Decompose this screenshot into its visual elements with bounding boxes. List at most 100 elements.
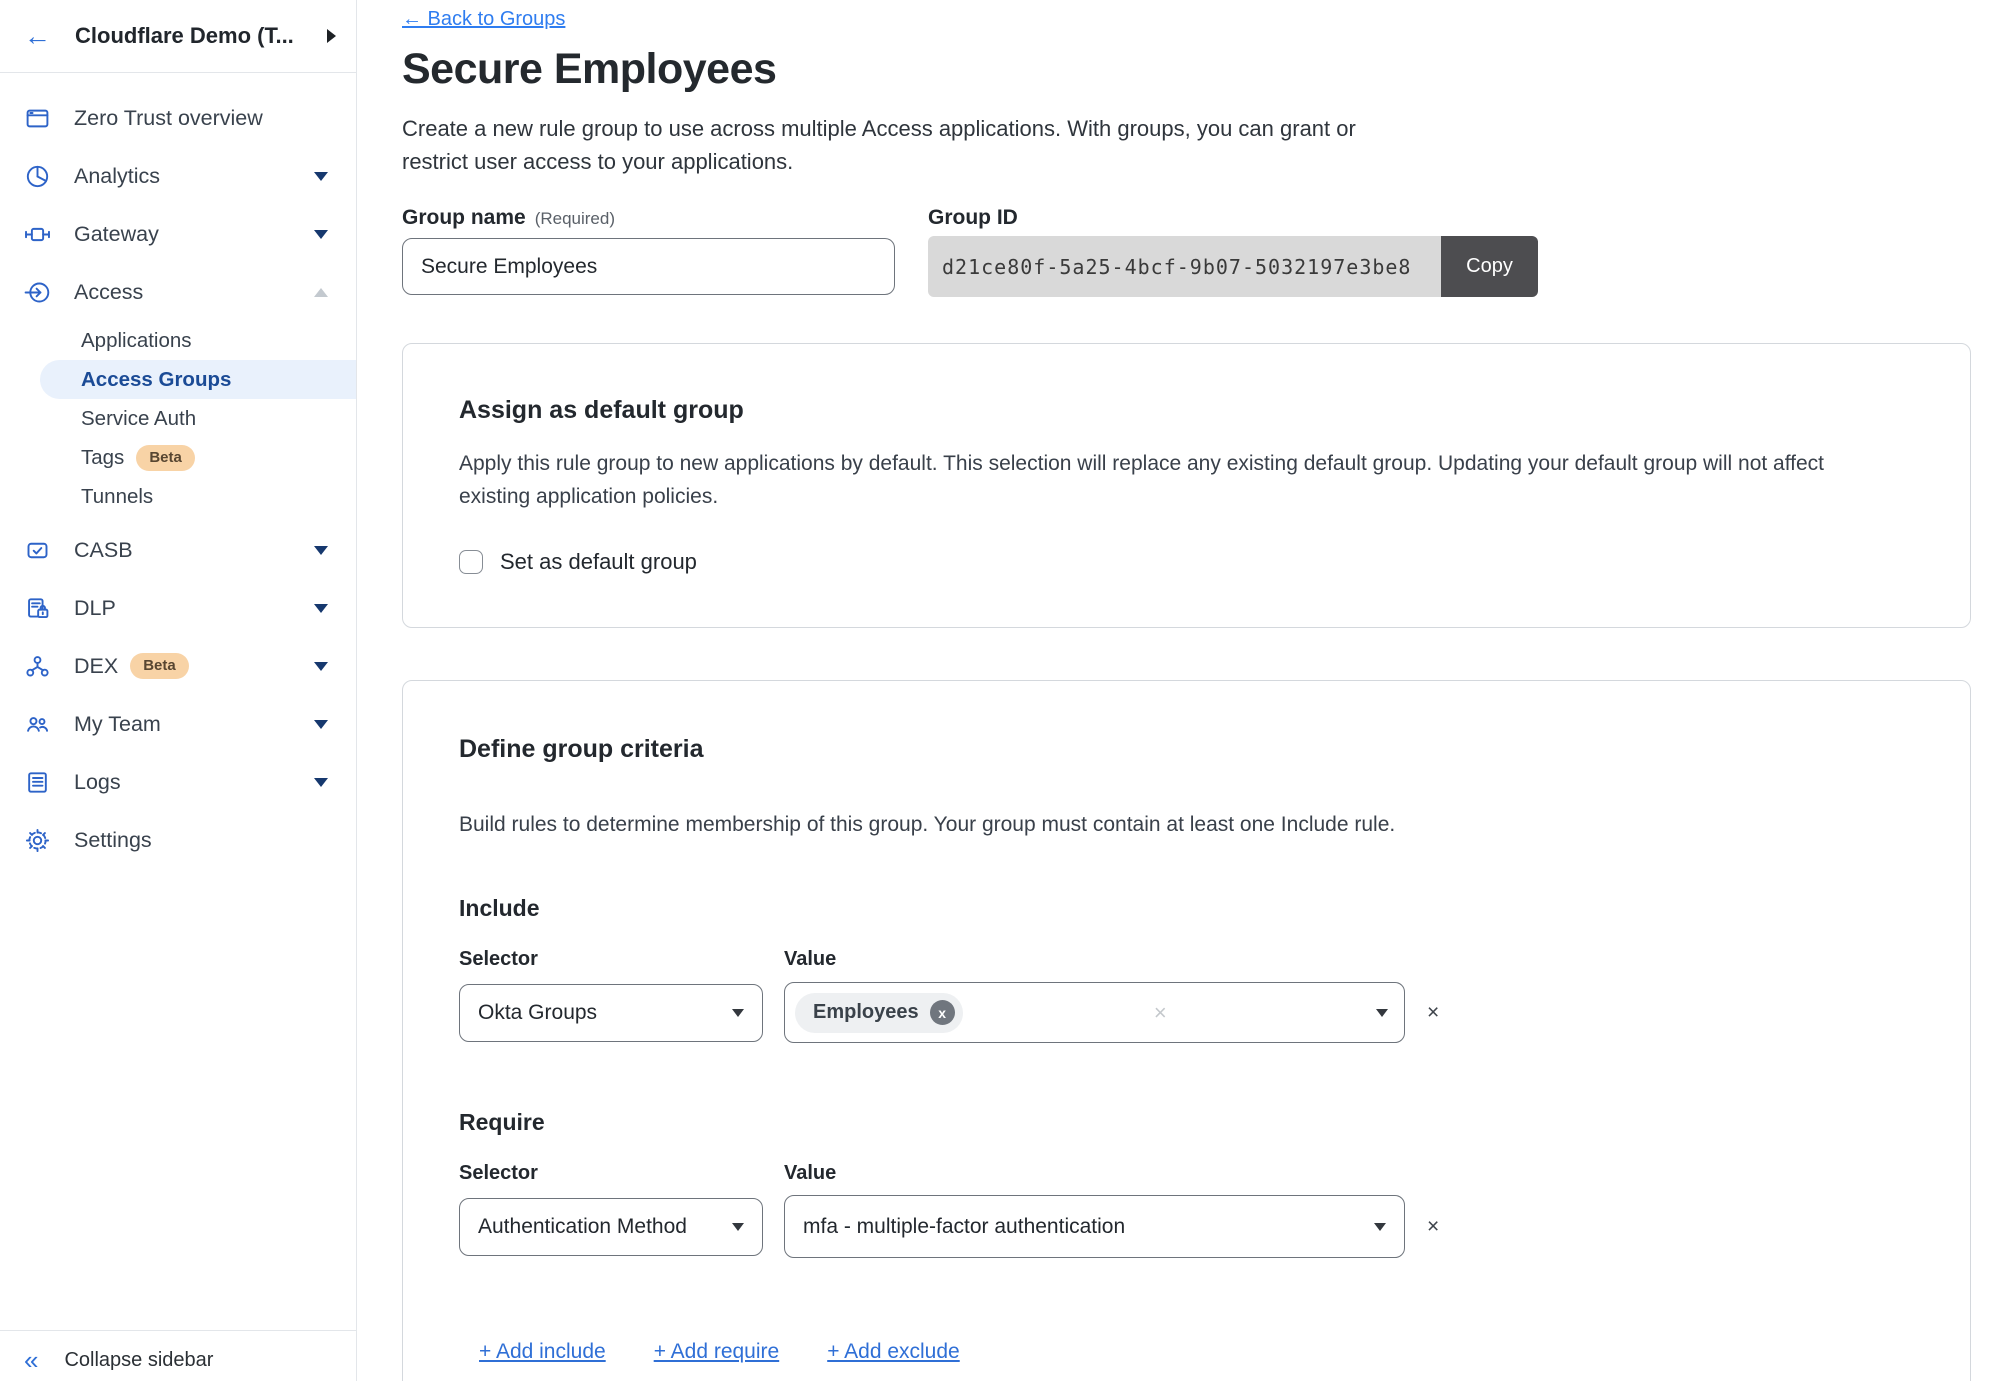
remove-tag-icon[interactable]: x <box>930 1000 955 1025</box>
add-require-link[interactable]: + Add require <box>654 1340 780 1364</box>
sidebar-item-zero-trust-overview[interactable]: Zero Trust overview <box>0 89 356 147</box>
add-rule-links: + Add include + Add require + Add exclud… <box>479 1340 1914 1364</box>
analytics-pie-icon <box>24 163 51 190</box>
sidebar-item-service-auth[interactable]: Service Auth <box>0 399 356 438</box>
sidebar-item-label: Settings <box>74 828 152 853</box>
back-to-groups-link[interactable]: ← Back to Groups <box>402 8 565 31</box>
default-group-card: Assign as default group Apply this rule … <box>402 343 1971 628</box>
value-column-label: Value <box>784 1162 836 1186</box>
sidebar-item-label: Zero Trust overview <box>74 106 263 131</box>
casb-icon <box>24 537 51 564</box>
group-id-field: Group ID d21ce80f-5a25-4bcf-9b07-5032197… <box>928 206 1538 297</box>
require-rule-row: Authentication Method mfa - multiple-fac… <box>459 1195 1914 1258</box>
page-title: Secure Employees <box>402 45 1999 94</box>
sidebar-item-dex[interactable]: DEX Beta <box>0 637 356 695</box>
chevron-down-icon[interactable] <box>314 604 328 613</box>
criteria-description: Build rules to determine membership of t… <box>459 808 1879 841</box>
set-default-checkbox[interactable] <box>459 550 483 574</box>
selector-column-label: Selector <box>459 1162 784 1186</box>
sidebar-item-label: My Team <box>74 712 161 737</box>
sidebar: ← Cloudflare Demo (T... Zero Trust overv… <box>0 0 357 1381</box>
require-value: mfa - multiple-factor authentication <box>803 1215 1125 1239</box>
value-column-label: Value <box>784 948 836 972</box>
collapse-sidebar-icon: « <box>24 1347 38 1373</box>
account-name[interactable]: Cloudflare Demo (T... <box>75 23 319 49</box>
clear-values-icon[interactable]: × <box>1154 1000 1167 1026</box>
collapse-sidebar-button[interactable]: « Collapse sidebar <box>0 1330 356 1381</box>
value-tag: Employees x <box>795 993 963 1033</box>
chevron-down-icon[interactable] <box>314 546 328 555</box>
default-group-title: Assign as default group <box>459 396 1914 425</box>
value-tag-label: Employees <box>813 1001 919 1024</box>
include-selector-dropdown[interactable]: Okta Groups <box>459 984 763 1042</box>
sidebar-item-tags[interactable]: Tags Beta <box>0 438 356 477</box>
group-name-id-row: Group name (Required) Group ID d21ce80f-… <box>402 206 1999 297</box>
group-id-label: Group ID <box>928 206 1018 230</box>
sidebar-item-settings[interactable]: Settings <box>0 811 356 869</box>
sidebar-item-gateway[interactable]: Gateway <box>0 205 356 263</box>
sidebar-header: ← Cloudflare Demo (T... <box>0 0 356 73</box>
sidebar-item-analytics[interactable]: Analytics <box>0 147 356 205</box>
sidebar-item-access[interactable]: Access <box>0 263 356 321</box>
chevron-right-icon[interactable] <box>327 29 336 43</box>
group-name-field: Group name (Required) <box>402 206 895 297</box>
add-include-link[interactable]: + Add include <box>479 1340 606 1364</box>
group-id-value: d21ce80f-5a25-4bcf-9b07-5032197e3be8 <box>928 236 1441 297</box>
sidebar-item-label: Logs <box>74 770 121 795</box>
collapse-sidebar-label: Collapse sidebar <box>64 1349 213 1372</box>
include-selector-value: Okta Groups <box>478 1001 597 1025</box>
chevron-down-icon <box>1376 1009 1388 1017</box>
access-submenu: Applications Access Groups Service Auth … <box>0 321 356 516</box>
sidebar-item-label: CASB <box>74 538 133 563</box>
copy-button[interactable]: Copy <box>1441 236 1538 297</box>
sidebar-item-logs[interactable]: Logs <box>0 753 356 811</box>
chevron-down-icon <box>732 1223 744 1231</box>
required-hint: (Required) <box>535 209 615 229</box>
chevron-down-icon[interactable] <box>314 230 328 239</box>
zero-trust-dashboard: ← Cloudflare Demo (T... Zero Trust overv… <box>0 0 1999 1381</box>
logs-list-icon <box>24 769 51 796</box>
remove-require-rule-icon[interactable]: × <box>1427 1215 1439 1239</box>
sidebar-item-dlp[interactable]: DLP <box>0 579 356 637</box>
gateway-icon <box>24 221 51 248</box>
require-value-dropdown[interactable]: mfa - multiple-factor authentication <box>784 1195 1405 1258</box>
sidebar-item-label: Tags <box>81 446 124 470</box>
chevron-down-icon[interactable] <box>314 172 328 181</box>
chevron-up-icon[interactable] <box>314 288 328 297</box>
back-arrow-icon[interactable]: ← <box>24 23 51 50</box>
sidebar-item-label: Applications <box>81 329 192 353</box>
access-icon <box>24 279 51 306</box>
include-section-label: Include <box>459 895 1914 922</box>
sidebar-item-applications[interactable]: Applications <box>0 321 356 360</box>
beta-badge: Beta <box>130 653 189 679</box>
include-rule-row: Okta Groups Employees x × × <box>459 982 1914 1043</box>
sidebar-item-label: DLP <box>74 596 116 621</box>
my-team-people-icon <box>24 711 51 738</box>
chevron-down-icon[interactable] <box>314 778 328 787</box>
chevron-down-icon[interactable] <box>314 662 328 671</box>
sidebar-item-tunnels[interactable]: Tunnels <box>0 477 356 516</box>
chevron-down-icon <box>732 1009 744 1017</box>
page-description: Create a new rule group to use across mu… <box>402 112 1392 178</box>
sidebar-item-label: Access Groups <box>81 368 231 392</box>
require-selector-dropdown[interactable]: Authentication Method <box>459 1198 763 1256</box>
chevron-down-icon[interactable] <box>314 720 328 729</box>
remove-include-rule-icon[interactable]: × <box>1427 1001 1439 1025</box>
criteria-card: Define group criteria Build rules to det… <box>402 680 1971 1381</box>
chevron-down-icon <box>1374 1223 1386 1231</box>
sidebar-item-access-groups[interactable]: Access Groups <box>40 360 356 399</box>
sidebar-item-casb[interactable]: CASB <box>0 521 356 579</box>
gear-icon <box>24 827 51 854</box>
group-name-label: Group name <box>402 206 526 230</box>
sidebar-item-label: Access <box>74 280 143 305</box>
dlp-document-lock-icon <box>24 595 51 622</box>
sidebar-item-my-team[interactable]: My Team <box>0 695 356 753</box>
sidebar-item-label: Gateway <box>74 222 159 247</box>
add-exclude-link[interactable]: + Add exclude <box>827 1340 960 1364</box>
require-section-label: Require <box>459 1109 1914 1136</box>
default-group-checkbox-row: Set as default group <box>459 549 1914 575</box>
group-name-input[interactable] <box>402 238 895 295</box>
criteria-title: Define group criteria <box>459 735 1914 764</box>
include-value-multiselect[interactable]: Employees x × <box>784 982 1405 1043</box>
main-content: ← Back to Groups Secure Employees Create… <box>357 0 1999 1381</box>
